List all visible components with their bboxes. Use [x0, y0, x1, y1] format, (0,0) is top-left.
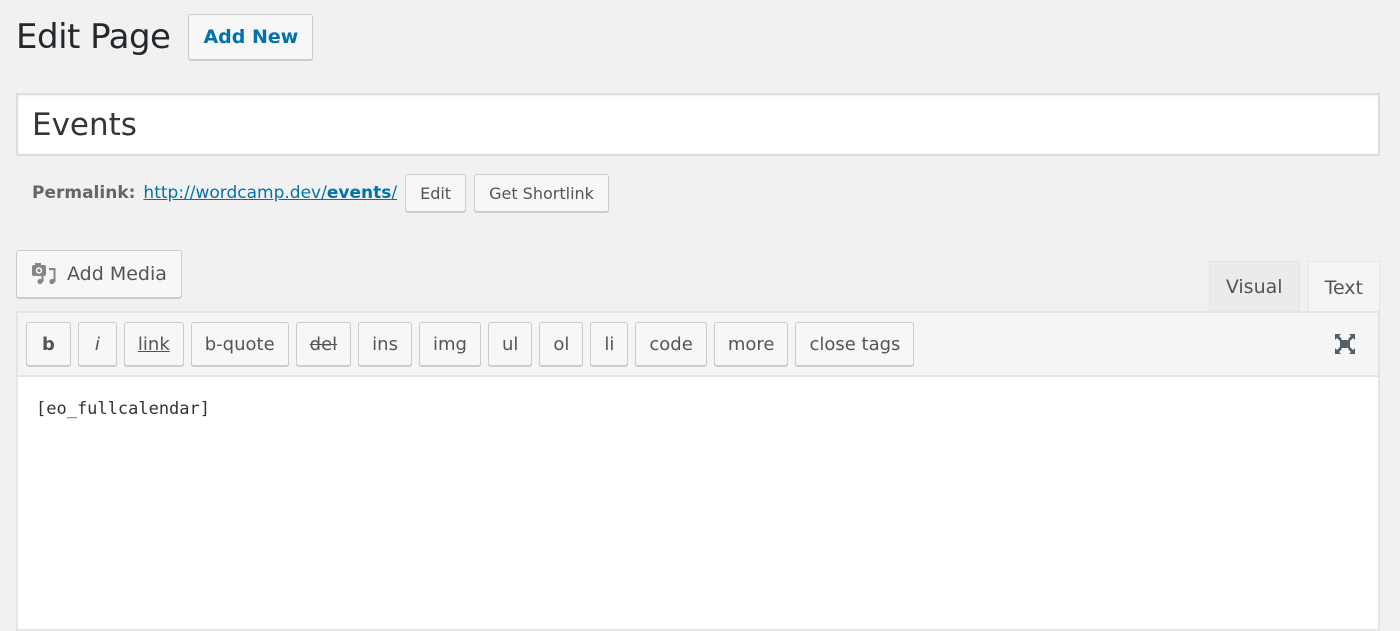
qt-italic-label: i [94, 333, 100, 355]
editor-tabs: Visual Text [1208, 261, 1380, 313]
qt-li-button[interactable]: li [590, 322, 629, 366]
qt-img-label: img [432, 333, 467, 355]
add-media-label: Add Media [67, 263, 167, 285]
page-heading: Edit Page Add New [16, 14, 314, 60]
qt-more-button[interactable]: more [713, 322, 789, 366]
get-shortlink-button[interactable]: Get Shortlink [474, 174, 609, 212]
qt-blockquote-label: b-quote [204, 333, 275, 355]
add-new-button[interactable]: Add New [188, 14, 314, 60]
qt-del-button[interactable]: del [295, 322, 352, 366]
distraction-free-icon[interactable] [1334, 333, 1356, 355]
qt-bold-button[interactable]: b [26, 322, 71, 366]
permalink-label: Permalink: [32, 183, 136, 203]
qt-italic-button[interactable]: i [77, 322, 117, 366]
add-media-button[interactable]: Add Media [16, 250, 182, 298]
permalink-url-trailing: / [391, 183, 398, 203]
permalink-url-base: http://wordcamp.dev/ [143, 183, 327, 203]
text-editor: b i link b-quote del ins img ul ol li co… [16, 311, 1380, 631]
qt-ul-button[interactable]: ul [487, 322, 533, 366]
qt-link-button[interactable]: link [123, 322, 184, 366]
qt-ins-button[interactable]: ins [358, 322, 412, 366]
qt-img-button[interactable]: img [418, 322, 481, 366]
permalink-row: Permalink: http://wordcamp.dev/events/ E… [32, 174, 609, 212]
add-media-icon [31, 262, 59, 286]
qt-ul-label: ul [501, 333, 519, 355]
qt-ol-label: ol [553, 333, 570, 355]
tab-text[interactable]: Text [1307, 261, 1380, 313]
qt-close-tags-label: close tags [809, 333, 901, 355]
permalink-link[interactable]: http://wordcamp.dev/events/ [143, 183, 397, 203]
editor-content[interactable]: [eo_fullcalendar] [18, 377, 1378, 441]
permalink-slug: events [326, 183, 392, 203]
qt-code-button[interactable]: code [635, 322, 707, 366]
qt-code-label: code [649, 333, 693, 355]
qt-ins-label: ins [372, 333, 398, 355]
qt-close-tags-button[interactable]: close tags [795, 322, 915, 366]
qt-del-label: del [309, 333, 338, 355]
post-title-input[interactable] [16, 93, 1380, 156]
edit-permalink-button[interactable]: Edit [405, 174, 467, 212]
qt-blockquote-button[interactable]: b-quote [190, 322, 289, 366]
qt-ol-button[interactable]: ol [539, 322, 584, 366]
page-title: Edit Page [16, 17, 171, 57]
qt-li-label: li [604, 333, 615, 355]
tab-visual[interactable]: Visual [1208, 261, 1300, 311]
qt-bold-label: b [42, 333, 55, 355]
qt-more-label: more [727, 333, 775, 355]
quicktags-toolbar: b i link b-quote del ins img ul ol li co… [18, 313, 1378, 377]
qt-link-label: link [137, 333, 170, 355]
